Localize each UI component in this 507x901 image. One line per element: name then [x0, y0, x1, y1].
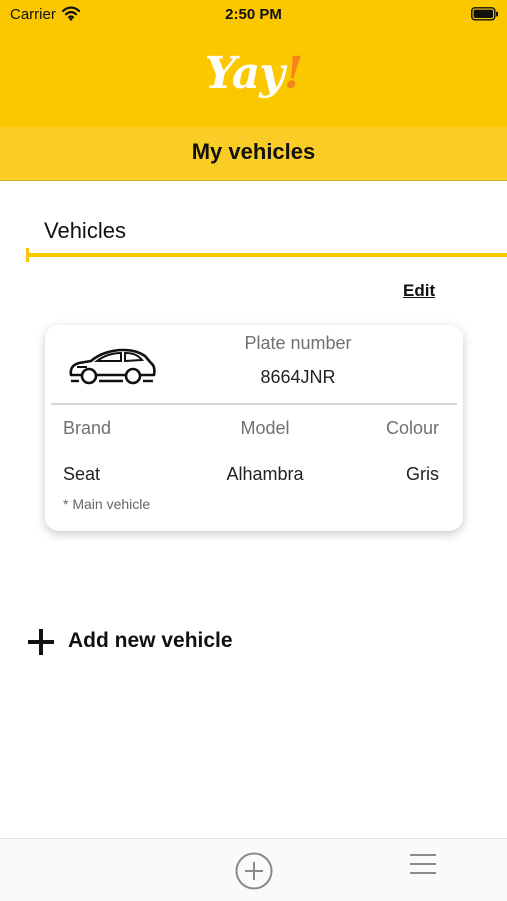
add-new-vehicle-label: Add new vehicle — [68, 629, 233, 652]
vehicles-section-label: Vehicles — [44, 218, 126, 243]
logo-mark: ! — [283, 48, 303, 99]
plate-number-label: Plate number — [244, 333, 352, 353]
title-bar: My vehicles — [0, 127, 507, 181]
plate-number-value: 8664JNR — [260, 367, 336, 387]
plus-icon — [26, 627, 56, 662]
brand-value: Seat — [63, 464, 101, 484]
status-bar: Carrier 2:50 PM — [0, 0, 507, 30]
edit-button[interactable]: Edit — [403, 281, 435, 301]
vehicle-card[interactable]: Plate number 8664JNR Brand Model Colour … — [45, 325, 463, 531]
colour-label: Colour — [385, 418, 439, 438]
yay-logo: Yay! — [0, 48, 507, 99]
card-divider — [51, 403, 457, 405]
brand-label: Brand — [63, 418, 112, 438]
colour-value: Gris — [406, 464, 439, 484]
logo-text: Yay — [204, 48, 285, 99]
model-value: Alhambra — [226, 464, 304, 484]
page-title: My vehicles — [191, 139, 316, 164]
bottom-tab-bar — [0, 838, 507, 901]
section-underline — [28, 253, 507, 257]
main-vehicle-note: * Main vehicle — [63, 496, 151, 512]
car-icon — [67, 345, 157, 392]
battery-icon — [471, 7, 499, 26]
model-label: Model — [240, 418, 290, 438]
app-header: Yay! — [0, 30, 507, 127]
add-circle-icon[interactable] — [234, 851, 274, 896]
clock-time: 2:50 PM — [225, 6, 282, 23]
menu-icon[interactable] — [409, 853, 437, 880]
